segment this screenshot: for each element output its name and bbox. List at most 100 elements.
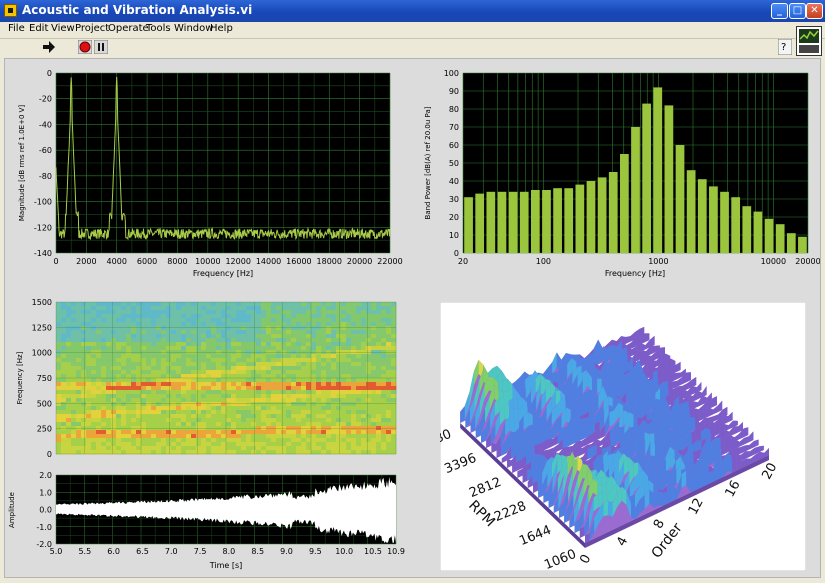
spectrogram-cell — [241, 410, 247, 415]
spectrogram-cell — [81, 426, 87, 431]
spectrogram-cell — [61, 374, 67, 379]
spectrogram-cell — [56, 398, 62, 403]
spectrogram-cell — [356, 426, 362, 431]
menu-tools[interactable]: Tools — [146, 23, 171, 34]
maximize-button[interactable]: □ — [789, 3, 806, 19]
abort-icon[interactable] — [78, 40, 92, 54]
spectrogram-cell — [161, 386, 167, 391]
waterfall-3d-graph[interactable]: 398033962812222816441060 048121620 RPM O… — [440, 302, 806, 571]
spectrogram-cell — [366, 334, 372, 339]
spectrogram-cell — [206, 450, 212, 455]
spectrogram-cell — [206, 446, 212, 451]
spectrogram-cell — [346, 406, 352, 411]
menu-window[interactable]: Window — [174, 23, 213, 34]
spectrogram-cell — [336, 442, 342, 447]
spectrogram-cell — [206, 306, 212, 311]
spectrogram-cell — [161, 302, 167, 307]
menu-operate[interactable]: Operate — [108, 23, 149, 34]
spectrogram-cell — [266, 450, 272, 455]
spectrogram-cell — [296, 370, 302, 375]
spectrogram-cell — [86, 358, 92, 363]
spectrogram-cell — [306, 442, 312, 447]
spectrogram-cell — [181, 414, 187, 419]
menu-edit[interactable]: Edit — [29, 23, 48, 34]
spectrogram-cell — [71, 302, 77, 307]
spectrogram-cell — [131, 434, 137, 439]
spectrogram-cell — [241, 414, 247, 419]
spectrogram-cell — [261, 398, 267, 403]
spectrogram-cell — [281, 314, 287, 319]
menu-help[interactable]: Help — [210, 23, 233, 34]
spectrogram-cell — [271, 354, 277, 359]
spectrogram-cell — [76, 350, 82, 355]
spectrogram-cell — [56, 430, 62, 435]
spectrogram-cell — [141, 330, 147, 335]
spectrogram-cell — [86, 334, 92, 339]
spectrogram-cell — [281, 446, 287, 451]
spectrogram-cell — [231, 370, 237, 375]
spectrogram-cell — [86, 302, 92, 307]
menu-project[interactable]: Project — [75, 23, 109, 34]
spectrogram-cell — [256, 326, 262, 331]
spectrogram-cell — [86, 354, 92, 359]
spectrogram-cell — [211, 442, 217, 447]
spectrogram-cell — [221, 430, 227, 435]
spectrogram-cell — [216, 370, 222, 375]
spectrogram-cell — [296, 358, 302, 363]
waveform-graph[interactable]: 5.0 5.5 6.0 6.5 7.0 7.5 8.0 8.5 9.0 9.5 10.0 10.5 10… — [0, 468, 410, 574]
spectrum-graph[interactable]: 0 2000 4000 6000 8000 10000 12000 14000 16000 180… — [0, 60, 410, 285]
spectrogram-cell — [346, 370, 352, 375]
spectrogram-cell — [351, 342, 357, 347]
spectrogram-cell — [206, 318, 212, 323]
spectrogram-cell — [316, 386, 322, 391]
pause-icon[interactable] — [94, 40, 108, 54]
close-button[interactable]: ✕ — [806, 3, 823, 19]
spectrogram-cell — [146, 398, 152, 403]
spectrogram-cell — [346, 382, 352, 387]
spectrogram-cell — [116, 370, 122, 375]
spectrogram-cell — [81, 318, 87, 323]
context-help-icon[interactable]: ? — [778, 39, 792, 55]
menu-file[interactable]: File — [8, 23, 25, 34]
spectrogram-cell — [281, 362, 287, 367]
spectrogram-cell — [361, 402, 367, 407]
spectrogram-cell — [251, 346, 257, 351]
spectrogram-cell — [156, 442, 162, 447]
spectrogram-cell — [216, 410, 222, 415]
spectrogram-cell — [306, 394, 312, 399]
spectrogram-cell — [271, 430, 277, 435]
spectrogram-cell — [236, 378, 242, 383]
spectrogram-cell — [106, 410, 112, 415]
spectrogram-cell — [121, 314, 127, 319]
spectrogram-cell — [166, 342, 172, 347]
spectrogram-cell — [346, 362, 352, 367]
spectrogram-cell — [106, 426, 112, 431]
vi-connector-icon[interactable] — [796, 26, 822, 56]
spectrogram-cell — [391, 326, 397, 331]
spectrogram-cell — [386, 358, 392, 363]
spectrogram-cell — [241, 366, 247, 371]
spectrogram-cell — [196, 418, 202, 423]
spectrogram-cell — [156, 450, 162, 455]
spectrogram-cell — [156, 334, 162, 339]
spectrogram-graph[interactable]: 1500125010007505002500 Frequency [Hz] — [0, 295, 410, 465]
spectrogram-cell — [291, 386, 297, 391]
spectrogram-cell — [111, 398, 117, 403]
spectrogram-cell — [286, 382, 292, 387]
spectrogram-cell — [226, 302, 232, 307]
minimize-button[interactable]: _ — [771, 3, 788, 19]
spectrogram-cell — [376, 302, 382, 307]
spectrogram-cell — [391, 318, 397, 323]
spectrogram-cell — [221, 342, 227, 347]
spectrogram-cell — [311, 374, 317, 379]
spectrogram-cell — [56, 418, 62, 423]
spectrogram-cell — [381, 374, 387, 379]
menu-view[interactable]: View — [51, 23, 75, 34]
spectrogram-cell — [111, 374, 117, 379]
spectrogram-cell — [256, 346, 262, 351]
spectrogram-cell — [376, 394, 382, 399]
run-arrow-icon[interactable] — [42, 40, 56, 54]
band-power-graph[interactable]: 20 100 1000 10000 20000 01020304050607080901… — [410, 60, 820, 285]
spectrogram-cell — [326, 398, 332, 403]
spectrogram-cell — [336, 350, 342, 355]
